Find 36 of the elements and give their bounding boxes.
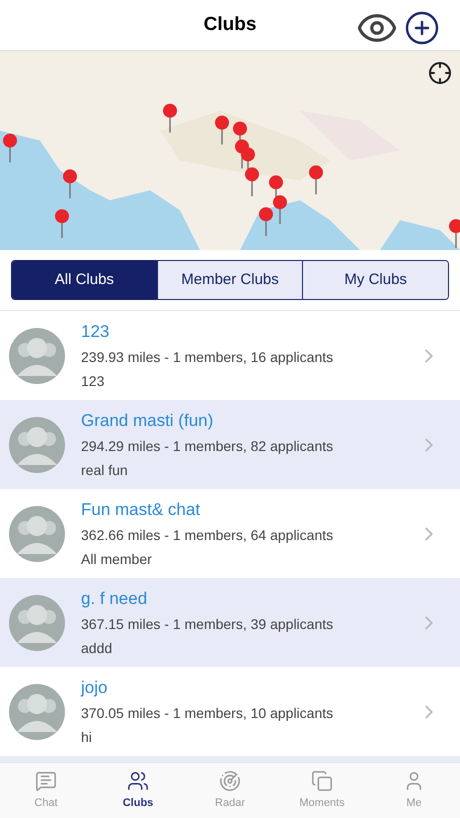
club-name: Fun mast& chat [81,498,202,521]
club-details: 294.29 miles - 1 members, 82 applicants [81,437,334,456]
segment-tab[interactable]: My Clubs [302,261,448,299]
group-avatar-icon [9,416,65,472]
plus-icon [404,10,440,46]
segment-tab[interactable]: Member Clubs [156,261,302,299]
people-icon [127,770,149,792]
club-description: 123 [81,372,106,392]
club-name: 123 [81,320,110,343]
club-details: 367.15 miles - 1 members, 39 applicants [81,615,334,634]
crosshair-icon [428,61,452,85]
group-avatar-icon [9,506,65,562]
club-row[interactable]: 123 239.93 miles - 1 members, 16 applicants 123 [0,311,460,400]
club-description: hi [81,728,93,748]
club-details: 239.93 miles - 1 members, 16 applicants [81,348,334,368]
chat-bubble-icon [35,770,57,792]
club-row[interactable]: jojo 370.05 miles - 1 members, 10 applicants hi [0,667,460,756]
segment-tab[interactable]: All Clubs [12,261,157,299]
club-details: 362.66 miles - 1 members, 64 applicants [81,526,334,546]
club-details: 370.05 miles - 1 members, 10 applicants [81,704,334,724]
club-description: All member [81,550,153,570]
add-button[interactable] [404,10,440,46]
group-avatar-icon [9,684,65,740]
radar-icon [219,770,241,792]
screen-title: Clubs [204,12,256,37]
locate-button[interactable] [428,61,452,85]
group-avatar-icon [9,594,65,650]
tab-bar-item[interactable]: Clubs [92,763,184,818]
club-name: jojo [81,676,108,699]
stacked-squares-icon [311,770,333,792]
club-name: g. f need [81,588,148,610]
club-description: addd [81,639,114,658]
club-row[interactable]: Fun mast& chat 362.66 miles - 1 members, 64 applicants All member [0,489,460,578]
group-avatar-icon [9,328,65,384]
club-name: Grand masti (fun) [81,410,214,432]
club-description: real fun [81,461,129,480]
